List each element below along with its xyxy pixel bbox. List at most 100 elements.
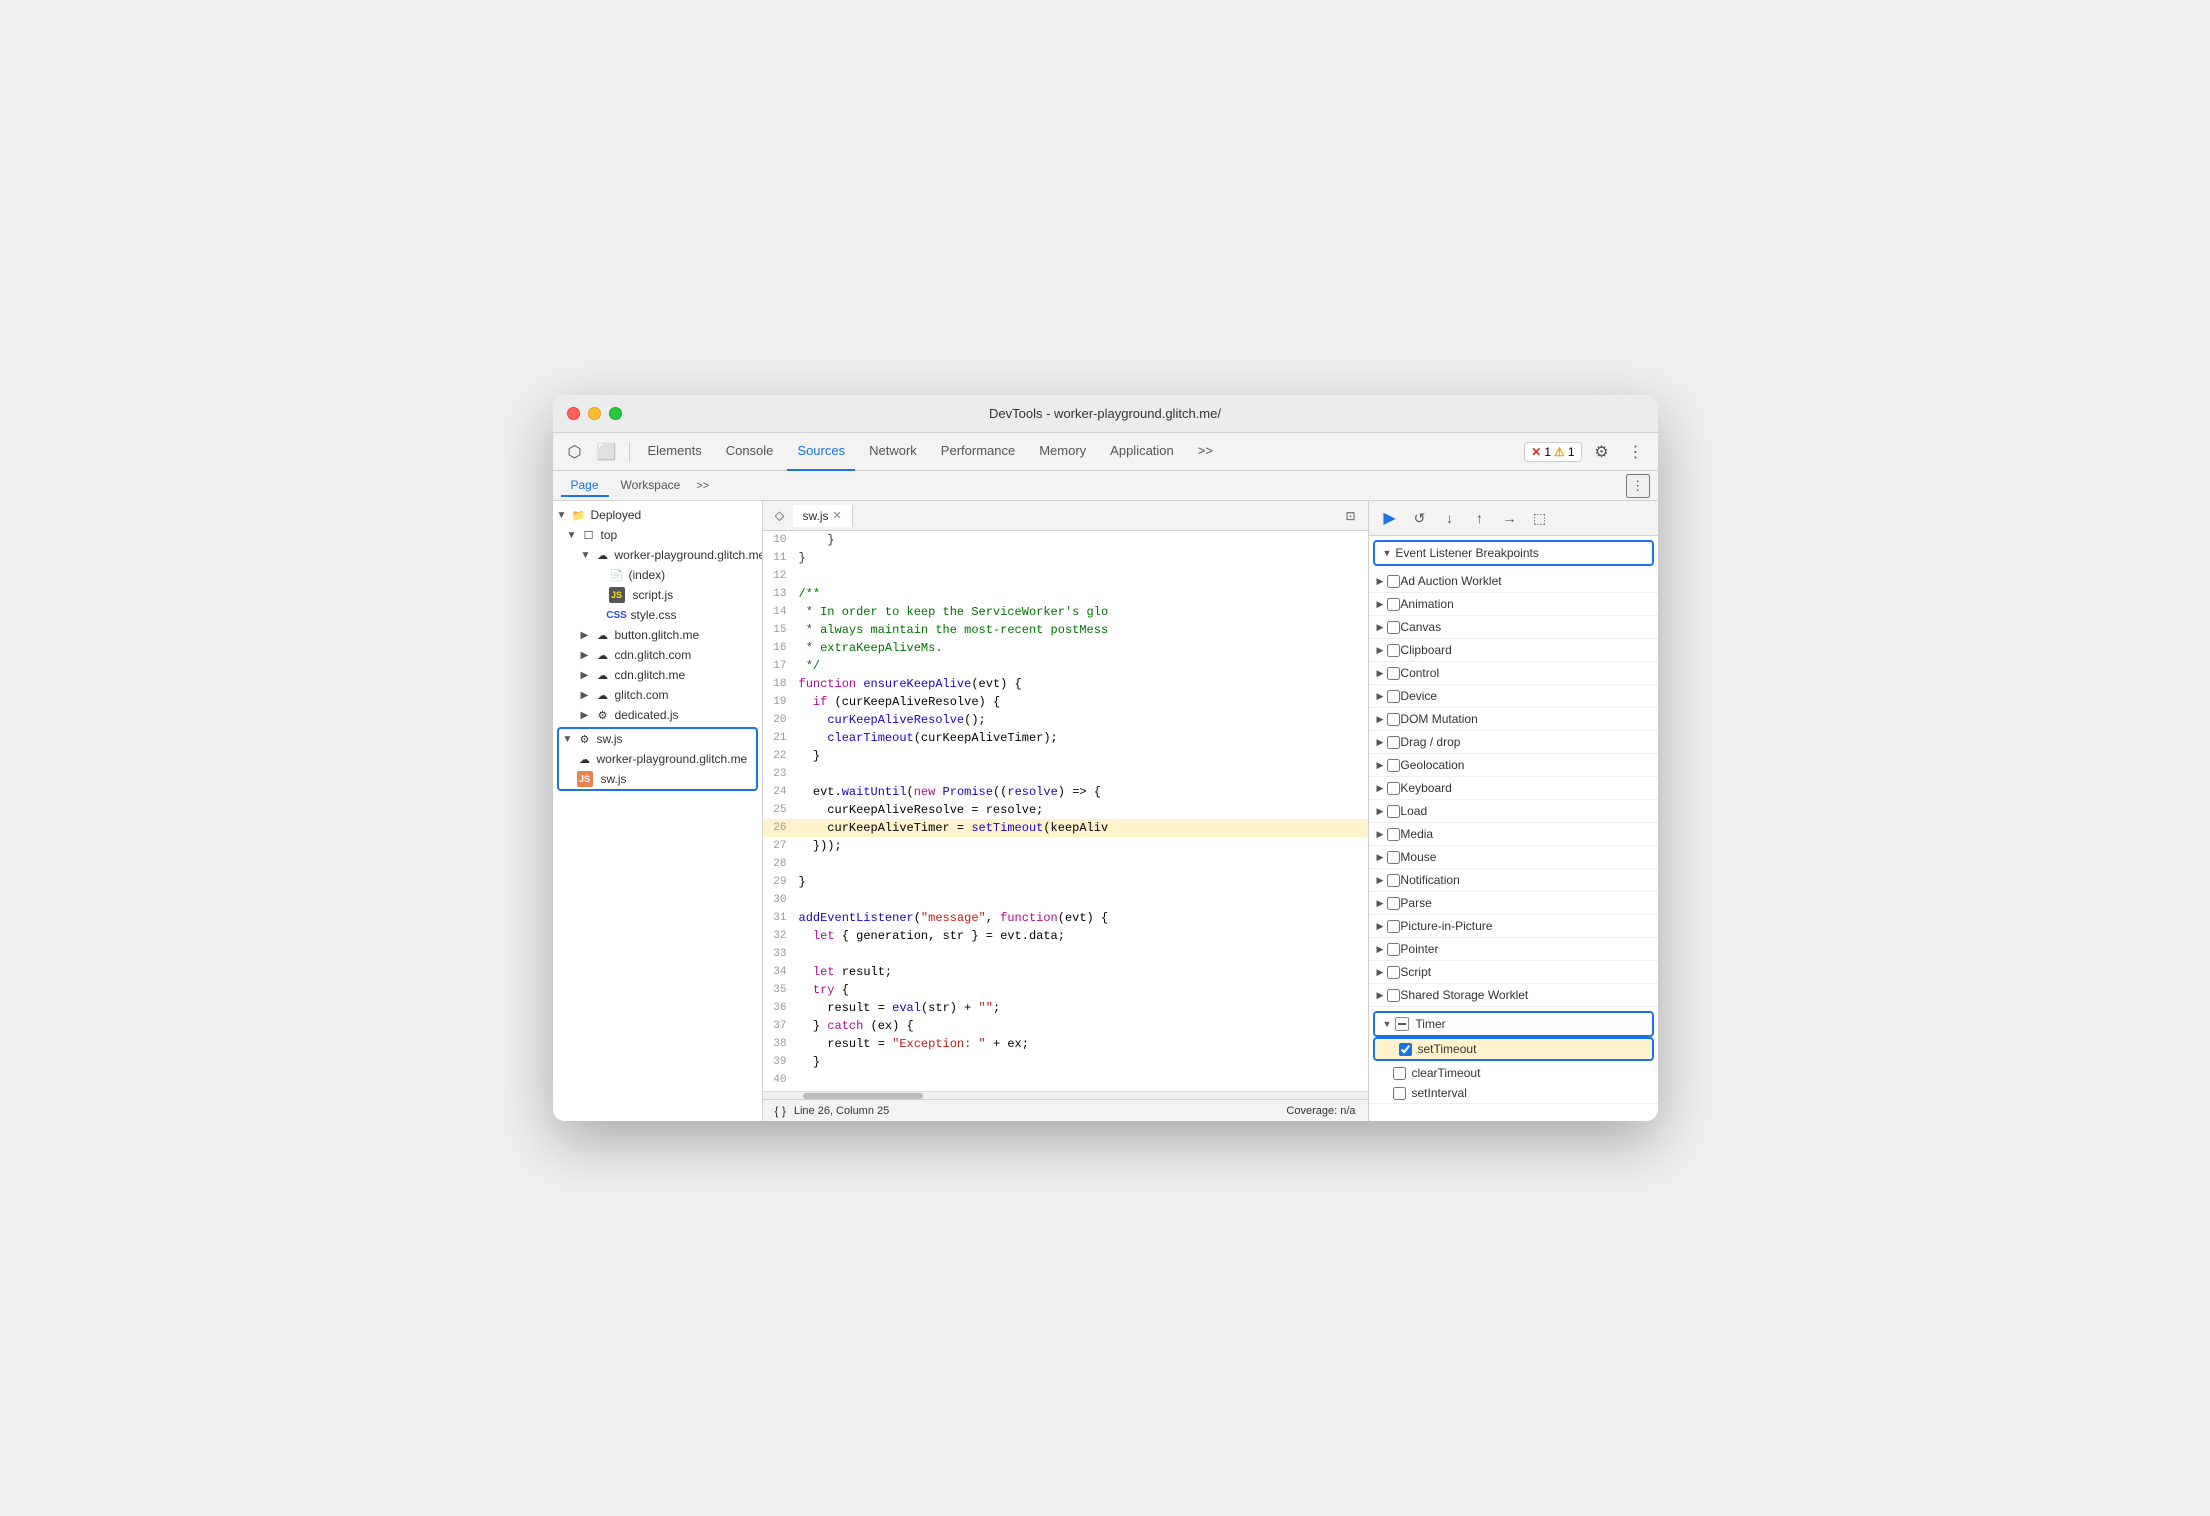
tree-item-scriptjs[interactable]: JS script.js	[553, 585, 762, 605]
tab-application[interactable]: Application	[1100, 433, 1184, 471]
bp-header-shared-storage[interactable]: ▶ Shared Storage Worklet	[1369, 984, 1658, 1006]
bp-header-parse[interactable]: ▶ Parse	[1369, 892, 1658, 914]
tree-item-button-glitch[interactable]: ▶ ☁ button.glitch.me	[553, 625, 762, 645]
bp-checkbox-ad-auction[interactable]	[1387, 575, 1400, 588]
bp-header-animation[interactable]: ▶ Animation	[1369, 593, 1658, 615]
bp-checkbox-media[interactable]	[1387, 828, 1400, 841]
bp-checkbox-clipboard[interactable]	[1387, 644, 1400, 657]
maximize-button[interactable]	[609, 407, 622, 420]
bp-checkbox-load[interactable]	[1387, 805, 1400, 818]
bp-header-mouse[interactable]: ▶ Mouse	[1369, 846, 1658, 868]
bp-header-keyboard[interactable]: ▶ Keyboard	[1369, 777, 1658, 799]
tab-elements[interactable]: Elements	[638, 433, 712, 471]
tree-item-top[interactable]: ▼ ☐ top	[553, 525, 762, 545]
horizontal-scrollbar[interactable]	[763, 1091, 1368, 1099]
tab-memory[interactable]: Memory	[1029, 433, 1096, 471]
cloud-icon: ☁	[595, 667, 611, 683]
bp-checkbox-cleartimeout[interactable]	[1393, 1067, 1406, 1080]
bp-header-script[interactable]: ▶ Script	[1369, 961, 1658, 983]
tab-more[interactable]: >>	[1188, 433, 1223, 471]
bp-checkbox-animation[interactable]	[1387, 598, 1400, 611]
more-options-button[interactable]: ⋮	[1622, 438, 1650, 466]
bp-header-dom-mutation[interactable]: ▶ DOM Mutation	[1369, 708, 1658, 730]
step-over-button[interactable]: ↺	[1407, 505, 1433, 531]
tab-sources[interactable]: Sources	[787, 433, 855, 471]
bp-checkbox-mouse[interactable]	[1387, 851, 1400, 864]
bp-header-notification[interactable]: ▶ Notification	[1369, 869, 1658, 891]
bp-header-control[interactable]: ▶ Control	[1369, 662, 1658, 684]
bp-header-canvas[interactable]: ▶ Canvas	[1369, 616, 1658, 638]
tree-item-glitch-com[interactable]: ▶ ☁ glitch.com	[553, 685, 762, 705]
settings-button[interactable]: ⚙	[1588, 438, 1616, 466]
deactivate-breakpoints-button[interactable]: ⬚	[1527, 505, 1553, 531]
tree-item-deployed[interactable]: ▼ 📁 Deployed	[553, 505, 762, 525]
bp-checkbox-drag-drop[interactable]	[1387, 736, 1400, 749]
bp-checkbox-control[interactable]	[1387, 667, 1400, 680]
bp-item-setinterval[interactable]: setInterval	[1369, 1083, 1658, 1103]
tab-network[interactable]: Network	[859, 433, 927, 471]
tree-item-worker-playground[interactable]: ▼ ☁ worker-playground.glitch.me	[553, 545, 762, 565]
bp-checkbox-script[interactable]	[1387, 966, 1400, 979]
bp-checkbox-setinterval[interactable]	[1393, 1087, 1406, 1100]
bp-header-media[interactable]: ▶ Media	[1369, 823, 1658, 845]
bp-checkbox-keyboard[interactable]	[1387, 782, 1400, 795]
tree-item-swjs-root[interactable]: ▼ ⚙ sw.js	[559, 729, 756, 749]
bp-header-load[interactable]: ▶ Load	[1369, 800, 1658, 822]
device-toolbar-button[interactable]: ⬜	[593, 438, 621, 466]
bp-checkbox-canvas[interactable]	[1387, 621, 1400, 634]
bp-checkbox-pip[interactable]	[1387, 920, 1400, 933]
bp-header-clipboard[interactable]: ▶ Clipboard	[1369, 639, 1658, 661]
status-bar: { } Line 26, Column 25 Coverage: n/a	[763, 1099, 1368, 1121]
bp-header-pip[interactable]: ▶ Picture-in-Picture	[1369, 915, 1658, 937]
bp-checkbox-geolocation[interactable]	[1387, 759, 1400, 772]
bp-header-geolocation[interactable]: ▶ Geolocation	[1369, 754, 1658, 776]
close-button[interactable]	[567, 407, 580, 420]
arrow-icon: ▶	[1377, 760, 1384, 771]
expand-panel-button[interactable]: ⊡	[1338, 503, 1364, 529]
bp-header-drag-drop[interactable]: ▶ Drag / drop	[1369, 731, 1658, 753]
event-listener-breakpoints-header[interactable]: ▼ Event Listener Breakpoints	[1375, 542, 1652, 564]
tree-item-cdn-com[interactable]: ▶ ☁ cdn.glitch.com	[553, 645, 762, 665]
tree-item-swjs-file[interactable]: JS sw.js	[559, 769, 756, 789]
bp-item-cleartimeout[interactable]: clearTimeout	[1369, 1063, 1658, 1083]
inspect-element-button[interactable]: ⬡	[561, 438, 589, 466]
minimize-button[interactable]	[588, 407, 601, 420]
tree-item-cdn-me[interactable]: ▶ ☁ cdn.glitch.me	[553, 665, 762, 685]
collapse-panel-button[interactable]: ⬦	[767, 503, 793, 529]
titlebar: DevTools - worker-playground.glitch.me/	[553, 395, 1658, 433]
more-tabs-button[interactable]: >>	[692, 478, 713, 494]
tree-item-dedicatedjs[interactable]: ▶ ⚙ dedicated.js	[553, 705, 762, 725]
bp-checkbox-parse[interactable]	[1387, 897, 1400, 910]
close-tab-button[interactable]: ✕	[833, 509, 842, 522]
step-into-button[interactable]: ↓	[1437, 505, 1463, 531]
bp-header-ad-auction[interactable]: ▶ Ad Auction Worklet	[1369, 570, 1658, 592]
bp-header-pointer[interactable]: ▶ Pointer	[1369, 938, 1658, 960]
scrollbar-thumb[interactable]	[803, 1093, 923, 1099]
tree-item-stylecss[interactable]: CSS style.css	[553, 605, 762, 625]
bp-header-device[interactable]: ▶ Device	[1369, 685, 1658, 707]
tab-workspace[interactable]: Workspace	[611, 475, 691, 497]
bp-checkbox-dom-mutation[interactable]	[1387, 713, 1400, 726]
tree-item-worker-playground-2[interactable]: ☁ worker-playground.glitch.me	[559, 749, 756, 769]
code-tab-swjs[interactable]: sw.js ✕	[793, 505, 853, 527]
resume-button[interactable]: ▶	[1377, 505, 1403, 531]
tab-page[interactable]: Page	[561, 475, 609, 497]
coverage-status: Coverage: n/a	[1286, 1105, 1355, 1117]
toolbar-right: ✕ 1 ⚠ 1 ⚙ ⋮	[1524, 438, 1649, 466]
code-editor[interactable]: 10 } 11 } 12 13 /** 14 * In orde	[763, 531, 1368, 1091]
bp-header-timer[interactable]: ▼ Timer	[1375, 1013, 1652, 1035]
tree-item-index[interactable]: 📄 (index)	[553, 565, 762, 585]
bp-checkbox-notification[interactable]	[1387, 874, 1400, 887]
panel-options-button[interactable]: ⋮	[1626, 474, 1650, 498]
bp-label: Clipboard	[1400, 643, 1451, 657]
bp-checkbox-pointer[interactable]	[1387, 943, 1400, 956]
bp-checkbox-device[interactable]	[1387, 690, 1400, 703]
tab-console[interactable]: Console	[716, 433, 784, 471]
bp-item-settimeout[interactable]: setTimeout	[1373, 1037, 1654, 1061]
bp-checkbox-settimeout[interactable]	[1399, 1043, 1412, 1056]
step-button[interactable]: →	[1497, 505, 1523, 531]
step-out-button[interactable]: ↑	[1467, 505, 1493, 531]
bp-checkbox-shared-storage[interactable]	[1387, 989, 1400, 1002]
tab-performance[interactable]: Performance	[931, 433, 1025, 471]
format-button[interactable]: { }	[775, 1104, 786, 1118]
